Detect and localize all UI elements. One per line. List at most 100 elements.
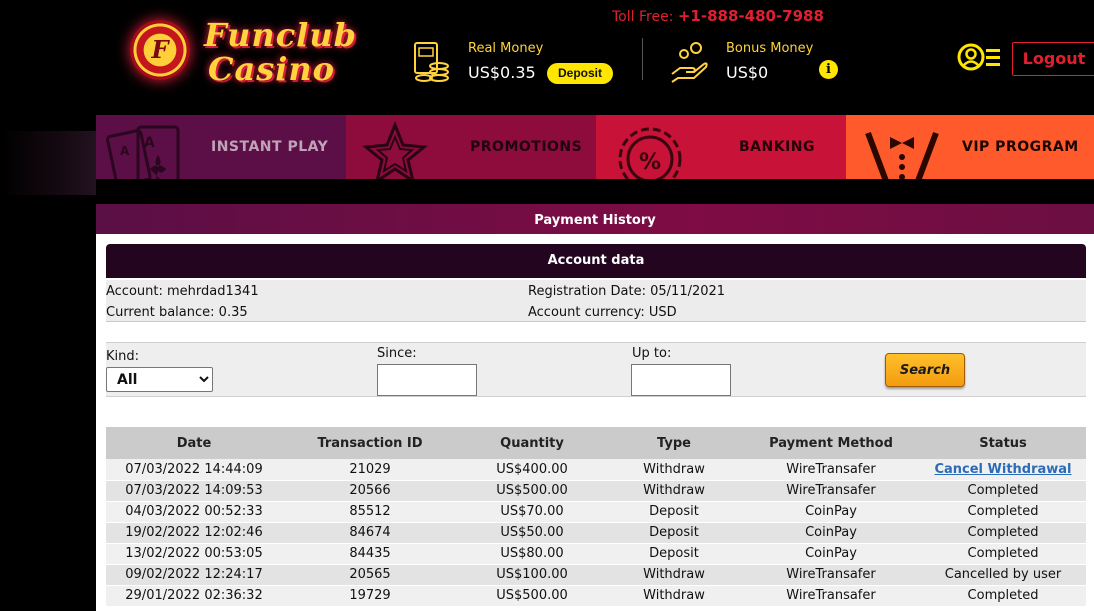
registration-field: Registration Date: 05/11/2021 — [528, 284, 725, 299]
bonus-money-label: Bonus Money — [726, 41, 814, 56]
real-money-value: US$0.35 — [468, 63, 536, 82]
cell-type: Withdraw — [606, 480, 742, 502]
nav-label-vip-program: VIP PROGRAM — [962, 139, 1079, 155]
cell-status: Completed — [920, 501, 1086, 523]
col-quantity: Quantity — [458, 427, 606, 459]
kind-select[interactable]: All — [106, 367, 213, 392]
logo-word-casino: Casino — [208, 50, 335, 88]
svg-text:A: A — [144, 135, 155, 151]
payment-history-table: Date Transaction ID Quantity Type Paymen… — [106, 427, 1086, 607]
cell-payment-method: CoinPay — [742, 522, 920, 544]
kind-label: Kind: — [106, 349, 140, 364]
casino-logo[interactable]: F Funclub Casino — [126, 14, 366, 94]
cell-date: 04/03/2022 00:52:33 — [106, 501, 282, 523]
cell-quantity: US$100.00 — [458, 564, 606, 586]
toll-free-number[interactable]: +1-888-480-7988 — [678, 7, 824, 25]
left-accent — [0, 131, 96, 195]
cell-quantity: US$80.00 — [458, 543, 606, 565]
deposit-button[interactable]: Deposit — [547, 63, 613, 84]
page-title: Payment History — [534, 213, 656, 228]
cancel-withdrawal-link[interactable]: Cancel Withdrawal — [934, 462, 1071, 477]
account-field: Account: mehrdad1341 — [106, 284, 259, 299]
since-input[interactable] — [377, 364, 477, 396]
col-payment-method: Payment Method — [742, 427, 920, 459]
playing-cards-icon: A A — [106, 125, 180, 179]
table-row: 29/01/2022 02:36:32 19729 US$500.00 Withdra… — [106, 585, 1086, 607]
main-nav: A A INSTANT PLAY PROMOTIONS % BANKING VI… — [96, 115, 1094, 179]
cell-quantity: US$50.00 — [458, 522, 606, 544]
table-header-row: Date Transaction ID Quantity Type Paymen… — [106, 427, 1086, 459]
cell-date: 09/02/2022 12:24:17 — [106, 564, 282, 586]
user-menu-icon[interactable] — [956, 43, 1002, 75]
nav-label-banking: BANKING — [739, 139, 815, 155]
tuxedo-icon — [865, 131, 939, 179]
cell-date: 19/02/2022 12:02:46 — [106, 522, 282, 544]
cell-type: Deposit — [606, 501, 742, 523]
currency-field: Account currency: USD — [528, 305, 677, 320]
account-info: Account: mehrdad1341 Registration Date: … — [106, 280, 1086, 322]
cell-type: Withdraw — [606, 459, 742, 481]
cell-type: Withdraw — [606, 564, 742, 586]
cell-transaction-id: 21029 — [282, 459, 458, 481]
nav-item-banking[interactable]: % BANKING — [596, 115, 846, 179]
cell-payment-method: WireTransafer — [742, 459, 920, 481]
table-row: 07/03/2022 14:44:09 21029 US$400.00 Withdra… — [106, 459, 1086, 481]
account-data-heading: Account data — [106, 244, 1086, 278]
toll-free-label: Toll Free: — [612, 9, 674, 25]
currency-label: Account currency: — [528, 305, 645, 320]
currency-value: USD — [648, 305, 677, 320]
col-status: Status — [920, 427, 1086, 459]
cell-transaction-id: 85512 — [282, 501, 458, 523]
cell-payment-method: CoinPay — [742, 543, 920, 565]
nav-item-vip-program[interactable]: VIP PROGRAM — [846, 115, 1094, 179]
coins-wallet-icon — [414, 42, 449, 82]
real-money-label: Real Money — [468, 41, 544, 56]
col-date: Date — [106, 427, 282, 459]
cell-transaction-id: 20566 — [282, 480, 458, 502]
since-label: Since: — [377, 346, 417, 361]
svg-text:A: A — [120, 144, 130, 158]
cell-transaction-id: 20565 — [282, 564, 458, 586]
logout-button[interactable]: Logout — [1012, 42, 1094, 76]
left-margin — [0, 131, 96, 611]
cell-status: Completed — [920, 585, 1086, 607]
table-row: 07/03/2022 14:09:53 20566 US$500.00 Withdra… — [106, 480, 1086, 502]
site-header: F Funclub Casino Toll Free: +1-888-480-7… — [0, 0, 1094, 115]
col-type: Type — [606, 427, 742, 459]
cell-type: Withdraw — [606, 585, 742, 607]
logo-word-funclub: Funclub — [204, 16, 357, 54]
nav-item-promotions[interactable]: PROMOTIONS — [346, 115, 596, 179]
cell-transaction-id: 19729 — [282, 585, 458, 607]
nav-label-promotions: PROMOTIONS — [470, 139, 583, 155]
cell-type: Deposit — [606, 522, 742, 544]
cell-date: 07/03/2022 14:44:09 — [106, 459, 282, 481]
balance-label: Current balance: — [106, 305, 215, 320]
cell-status: Cancelled by user — [920, 564, 1086, 586]
upto-label: Up to: — [632, 346, 672, 361]
filter-form: Kind: All Since: Up to: Search — [106, 342, 1086, 397]
main-content: Payment History Account data Account: me… — [96, 204, 1094, 611]
nav-item-instant-play[interactable]: A A INSTANT PLAY — [96, 115, 346, 179]
registration-value: 05/11/2021 — [650, 284, 726, 299]
account-label: Account: — [106, 284, 163, 299]
percent-badge-icon: % — [618, 127, 682, 179]
search-button[interactable]: Search — [885, 353, 965, 387]
logo-chip-icon: F — [130, 20, 190, 80]
upto-input[interactable] — [631, 364, 731, 396]
bonus-money-value: US$0 — [726, 63, 769, 82]
page-title-bar: Payment History — [96, 204, 1094, 234]
table-row: 04/03/2022 00:52:33 85512 US$70.00 Deposit C… — [106, 501, 1086, 523]
cell-status: Completed — [920, 522, 1086, 544]
svg-text:%: % — [639, 150, 661, 175]
logo-chip-letter: F — [151, 35, 169, 64]
cell-quantity: US$500.00 — [458, 585, 606, 607]
table-row: 13/02/2022 00:53:05 84435 US$80.00 Deposit C… — [106, 543, 1086, 565]
cell-quantity: US$400.00 — [458, 459, 606, 481]
balance-field: Current balance: 0.35 — [106, 305, 248, 320]
col-transaction-id: Transaction ID — [282, 427, 458, 459]
cell-payment-method: WireTransafer — [742, 480, 920, 502]
nav-label-instant-play: INSTANT PLAY — [211, 139, 329, 155]
toll-free: Toll Free: +1-888-480-7988 — [612, 7, 824, 25]
info-icon[interactable]: i — [819, 60, 838, 79]
cell-date: 13/02/2022 00:53:05 — [106, 543, 282, 565]
